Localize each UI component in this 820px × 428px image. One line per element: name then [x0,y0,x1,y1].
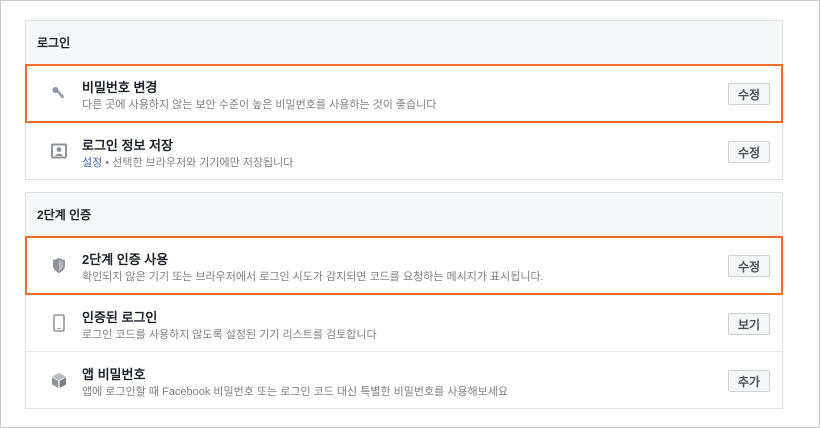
login-section: 로그인 비밀번호 변경 다른 곳에 사용하지 않는 보안 수준이 높은 비밀번호… [25,20,783,180]
save-login-info-edit-button[interactable]: 수정 [728,141,770,163]
app-passwords-row[interactable]: 앱 비밀번호 앱에 로그인할 때 Facebook 비밀번호 또는 로그인 코드… [26,351,782,408]
settings-link[interactable]: 설정 [82,157,102,169]
phone-icon [50,314,68,332]
two-factor-section: 2단계 인증 2단계 인증 사용 확인되지 않은 기기 또는 브라우저에서 로그… [25,192,783,409]
cube-icon [50,371,68,389]
shield-icon [50,256,68,274]
change-password-row[interactable]: 비밀번호 변경 다른 곳에 사용하지 않는 보안 수준이 높은 비밀번호를 사용… [25,64,783,123]
login-section-header: 로그인 [26,21,782,65]
save-login-info-row[interactable]: 로그인 정보 저장 설정 • 선택한 브라우저와 기기에만 저장됩니다 수정 [26,122,782,179]
use-two-factor-edit-button[interactable]: 수정 [728,255,770,277]
use-two-factor-row[interactable]: 2단계 인증 사용 확인되지 않은 기기 또는 브라우저에서 로그인 시도가 감… [25,236,783,295]
save-login-info-desc-text: • 선택한 브라우저와 기기에만 저장됩니다 [102,157,294,169]
authorized-logins-row[interactable]: 인증된 로그인 로그인 코드를 사용하지 않도록 설정된 기기 리스트를 검토합… [26,294,782,351]
app-passwords-desc: 앱에 로그인할 때 Facebook 비밀번호 또는 로그인 코드 대신 특별한… [82,386,509,398]
profile-card-icon [50,142,68,160]
use-two-factor-desc: 확인되지 않은 기기 또는 브라우저에서 로그인 시도가 감지되면 코드를 요청… [82,271,544,283]
authorized-logins-desc: 로그인 코드를 사용하지 않도록 설정된 기기 리스트를 검토합니다 [82,329,377,341]
change-password-desc: 다른 곳에 사용하지 않는 보안 수준이 높은 비밀번호를 사용하는 것이 좋습… [82,99,437,111]
use-two-factor-title: 2단계 인증 사용 [82,252,169,267]
authorized-logins-view-button[interactable]: 보기 [728,313,770,335]
save-login-info-desc: 설정 • 선택한 브라우저와 기기에만 저장됩니다 [82,154,293,170]
key-icon [50,84,68,102]
two-factor-section-header: 2단계 인증 [26,193,782,237]
app-passwords-add-button[interactable]: 추가 [728,370,770,392]
change-password-edit-button[interactable]: 수정 [728,83,770,105]
app-passwords-title: 앱 비밀번호 [82,367,146,382]
change-password-title: 비밀번호 변경 [82,80,158,95]
authorized-logins-title: 인증된 로그인 [82,310,158,325]
save-login-info-title: 로그인 정보 저장 [82,138,173,153]
